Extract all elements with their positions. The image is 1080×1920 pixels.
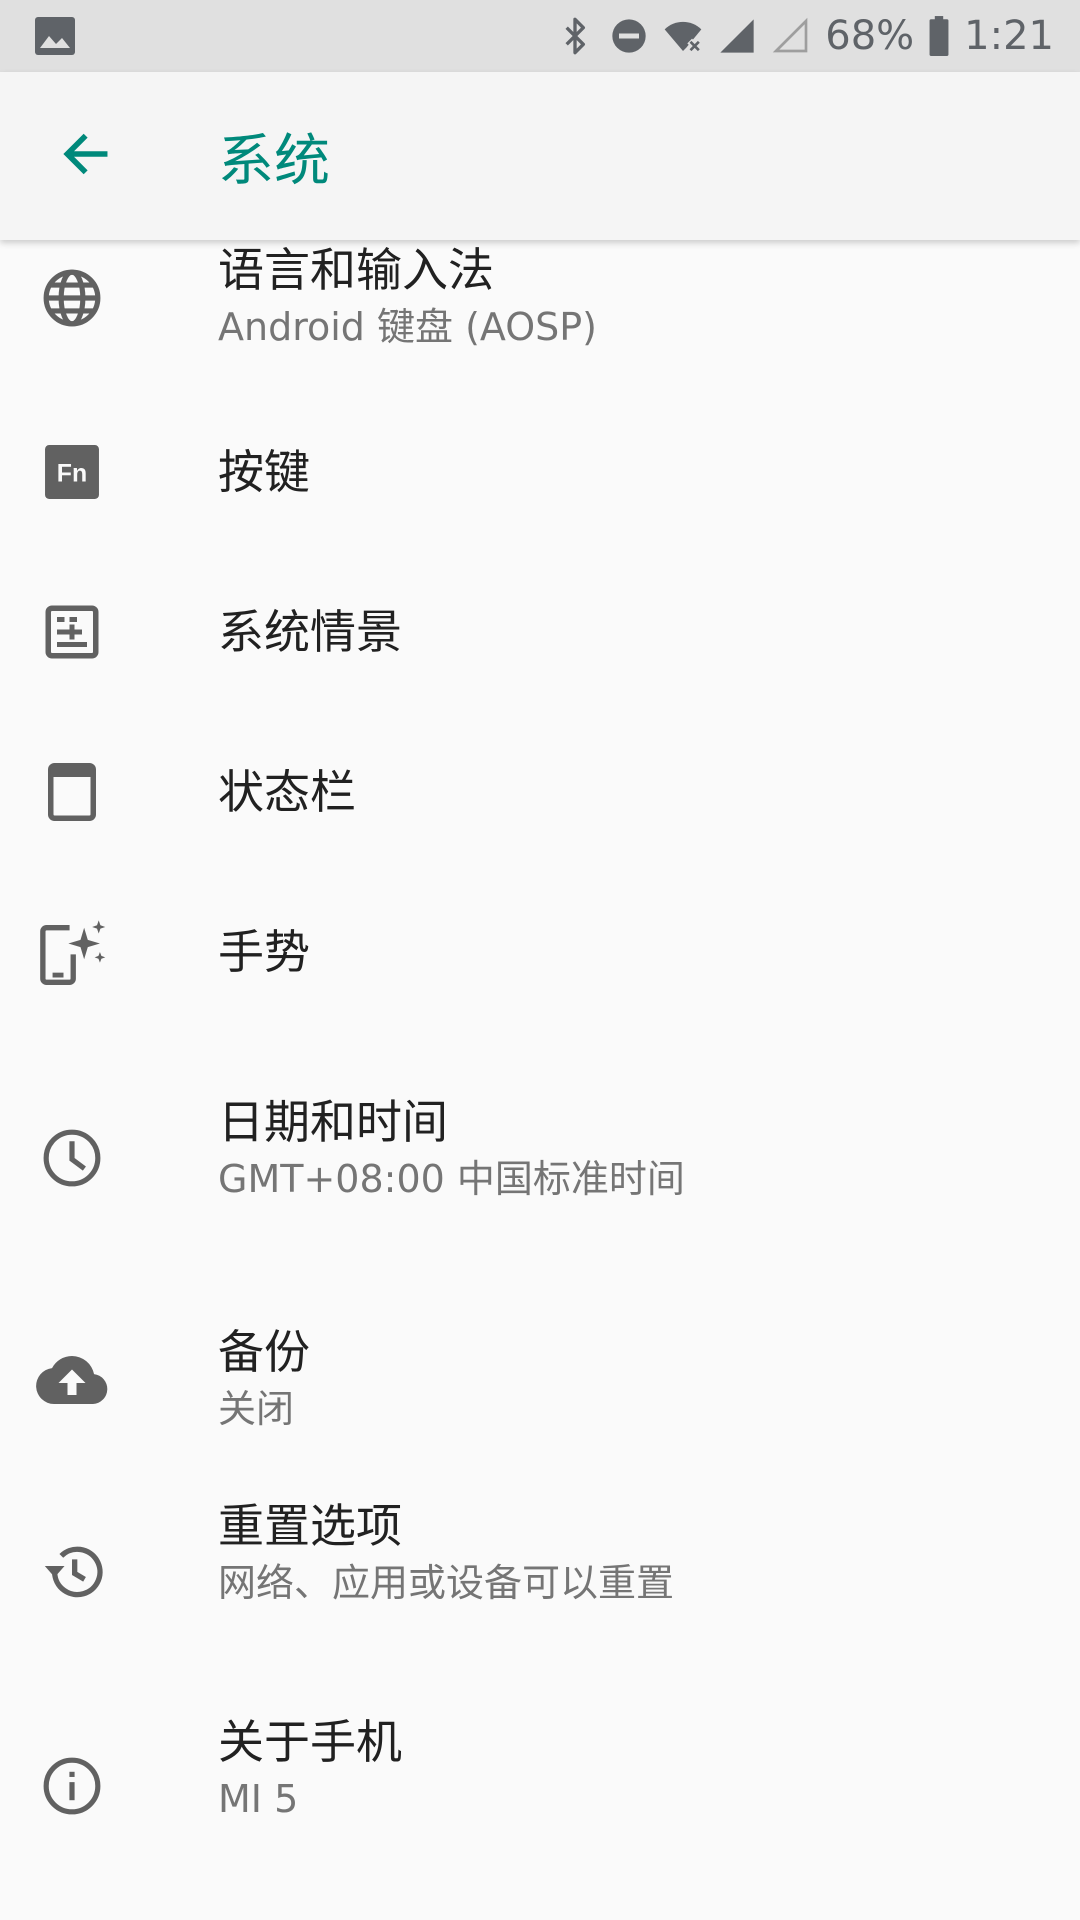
globe-icon (36, 262, 108, 334)
list-item-status-bar[interactable]: 状态栏 (0, 712, 1080, 872)
list-item-gestures[interactable]: 手势 (0, 872, 1080, 1032)
list-item-about-phone[interactable]: 关于手机 MI 5 (0, 1680, 1080, 1920)
page-title: 系统 (218, 128, 330, 194)
restore-icon (36, 1534, 108, 1606)
item-summary: 网络、应用或设备可以重置 (218, 1561, 675, 1605)
item-title: 备份 (218, 1325, 310, 1379)
list-item-keys[interactable]: Fn 按键 (0, 392, 1080, 552)
cell-signal-icon (717, 16, 757, 56)
cell-signal-empty-icon (771, 16, 811, 56)
item-title: 关于手机 (218, 1715, 402, 1769)
gesture-icon (36, 916, 108, 988)
item-title: 语言和输入法 (218, 243, 494, 297)
item-title: 手势 (218, 925, 310, 979)
cloud-upload-icon (36, 1344, 108, 1416)
clock-icon (36, 1122, 108, 1194)
arrow-back-icon (58, 126, 114, 182)
app-bar: 系统 (0, 72, 1080, 240)
list-item-system-scenes[interactable]: 系统情景 (0, 552, 1080, 712)
item-title: 日期和时间 (218, 1095, 448, 1149)
list-item-date-time[interactable]: 日期和时间 GMT+08:00 中国标准时间 (0, 1032, 1080, 1244)
fn-key-label: Fn (57, 459, 87, 487)
clock-time: 1:21 (964, 13, 1054, 59)
item-summary: GMT+08:00 中国标准时间 (218, 1157, 685, 1201)
system-scene-icon (36, 596, 108, 668)
item-title: 重置选项 (218, 1499, 402, 1553)
list-item-reset-options[interactable]: 重置选项 网络、应用或设备可以重置 (0, 1462, 1080, 1680)
do-not-disturb-icon (609, 16, 649, 56)
info-icon (36, 1750, 108, 1822)
battery-percent: 68% (825, 13, 915, 59)
gallery-notification-icon (34, 16, 76, 56)
back-button[interactable] (44, 112, 128, 196)
battery-icon (928, 15, 950, 57)
settings-list: 语言和输入法 Android 键盘 (AOSP) Fn 按键 系统情景 状态栏 … (0, 240, 1080, 1920)
list-item-language-input[interactable]: 语言和输入法 Android 键盘 (AOSP) (0, 240, 1080, 392)
item-title: 状态栏 (218, 765, 356, 819)
item-summary: 关闭 (218, 1387, 295, 1431)
item-summary: Android 键盘 (AOSP) (218, 305, 597, 349)
fn-key-icon: Fn (36, 436, 108, 508)
bluetooth-icon (555, 16, 595, 56)
item-title: 系统情景 (218, 605, 402, 659)
item-title: 按键 (218, 445, 310, 499)
item-summary: MI 5 (218, 1777, 299, 1821)
list-item-backup[interactable]: 备份 关闭 (0, 1244, 1080, 1462)
status-bar: 68% 1:21 (0, 0, 1080, 72)
wifi-no-internet-icon (663, 16, 703, 56)
status-bar-icon (36, 756, 108, 828)
